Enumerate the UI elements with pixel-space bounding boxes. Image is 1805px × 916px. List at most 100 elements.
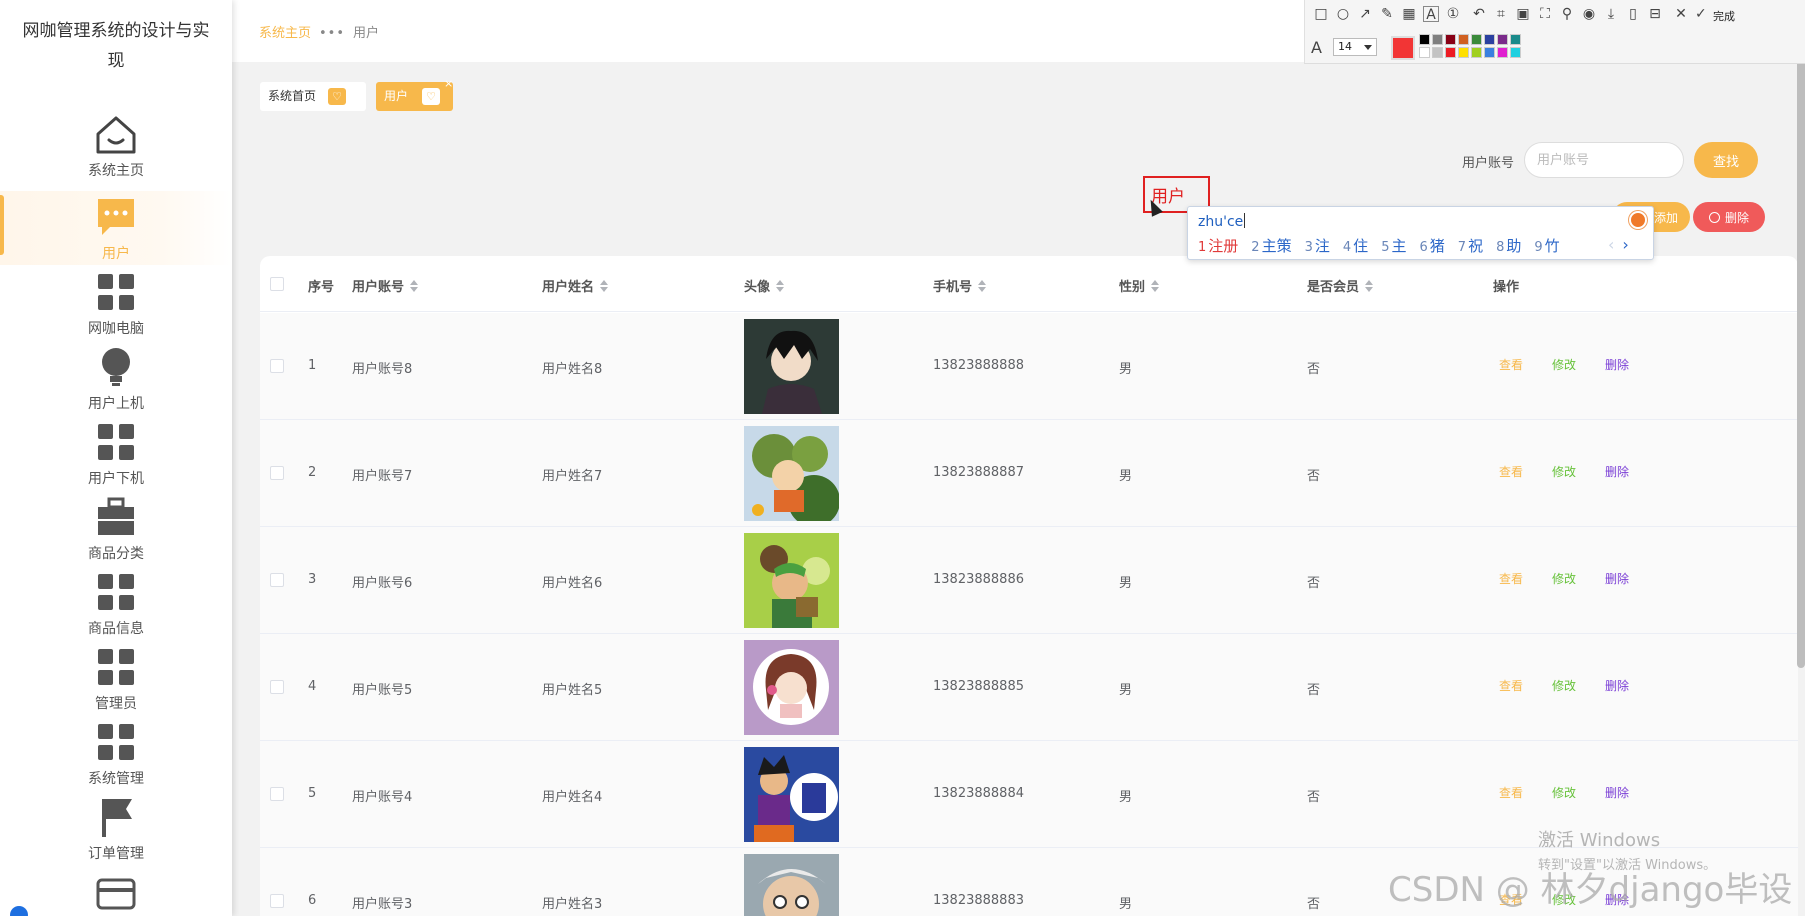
mosaic-icon[interactable]: ▦ <box>1401 6 1417 22</box>
record-icon[interactable]: ◉ <box>1581 6 1597 22</box>
color-swatch[interactable] <box>1445 47 1456 58</box>
sidebar-item-user[interactable]: 用户 <box>0 191 232 265</box>
ime-candidate[interactable]: 3注 <box>1305 237 1330 255</box>
pin-icon[interactable]: ⌗ <box>1493 6 1509 22</box>
select-all-checkbox[interactable] <box>270 277 284 291</box>
sidebar-item-home[interactable]: 系统主页 <box>0 108 232 182</box>
delete-button[interactable]: 删除 <box>1605 463 1629 480</box>
sort-icon[interactable] <box>1151 280 1160 292</box>
color-swatch[interactable] <box>1445 34 1456 45</box>
search-button[interactable]: 查找 <box>1694 142 1758 178</box>
ellipse-icon[interactable]: ○ <box>1335 6 1351 22</box>
edit-button[interactable]: 修改 <box>1552 677 1576 694</box>
bookmark-icon[interactable]: ⊟ <box>1647 6 1663 22</box>
edit-button[interactable]: 修改 <box>1552 463 1576 480</box>
ime-candidate[interactable]: 8助 <box>1496 237 1521 255</box>
number-icon[interactable]: ① <box>1445 6 1461 22</box>
vertical-scrollbar[interactable] <box>1797 24 1805 668</box>
sidebar-item-computers[interactable]: 网咖电脑 <box>0 266 232 340</box>
close-icon[interactable]: ✕ <box>1673 6 1689 22</box>
color-swatch[interactable] <box>1484 34 1495 45</box>
breadcrumb-home[interactable]: 系统主页 <box>259 26 311 41</box>
row-checkbox[interactable] <box>270 894 284 908</box>
undo-icon[interactable]: ↶ <box>1471 6 1487 22</box>
color-swatch[interactable] <box>1458 47 1469 58</box>
sidebar-item-logout[interactable]: 用户下机 <box>0 416 232 490</box>
user-avatar-image[interactable] <box>744 747 839 842</box>
view-button[interactable]: 查看 <box>1499 570 1523 587</box>
close-icon[interactable]: × <box>444 78 453 90</box>
done-label[interactable]: 完成 <box>1713 8 1735 24</box>
download-icon[interactable]: ⤓ <box>1603 6 1619 22</box>
edit-button[interactable]: 修改 <box>1552 784 1576 801</box>
sidebar-item-orders[interactable]: 订单管理 <box>0 791 232 865</box>
sort-icon[interactable] <box>600 280 609 292</box>
color-swatch[interactable] <box>1484 47 1495 58</box>
sort-icon[interactable] <box>1365 280 1374 292</box>
sort-icon[interactable] <box>776 280 785 292</box>
color-swatch[interactable] <box>1419 34 1430 45</box>
delete-button[interactable]: 删除 <box>1605 784 1629 801</box>
row-checkbox[interactable] <box>270 680 284 694</box>
ime-candidate[interactable]: 7祝 <box>1458 237 1483 255</box>
color-swatch[interactable] <box>1497 34 1508 45</box>
ime-candidate[interactable]: 9竹 <box>1534 237 1559 255</box>
view-button[interactable]: 查看 <box>1499 356 1523 373</box>
edit-button[interactable]: 修改 <box>1552 356 1576 373</box>
color-swatch[interactable] <box>1497 47 1508 58</box>
rect-icon[interactable]: □ <box>1313 6 1329 22</box>
col-header-name[interactable]: 用户姓名 <box>542 276 609 295</box>
view-button[interactable]: 查看 <box>1499 463 1523 480</box>
current-color-swatch[interactable] <box>1391 36 1415 60</box>
col-header-phone[interactable]: 手机号 <box>933 276 987 295</box>
batch-delete-button[interactable]: 删除 <box>1693 202 1765 232</box>
col-header-account[interactable]: 用户账号 <box>352 276 419 295</box>
col-header-gender[interactable]: 性别 <box>1119 276 1160 295</box>
sort-icon[interactable] <box>410 280 419 292</box>
row-checkbox[interactable] <box>270 466 284 480</box>
arrow-icon[interactable]: ↗ <box>1357 6 1373 22</box>
color-swatch[interactable] <box>1458 34 1469 45</box>
view-button[interactable]: 查看 <box>1499 784 1523 801</box>
view-button[interactable]: 查看 <box>1499 677 1523 694</box>
ime-candidate[interactable]: 6猪 <box>1419 237 1444 255</box>
done-button[interactable]: ✓ <box>1695 6 1707 22</box>
color-swatch[interactable] <box>1419 47 1430 58</box>
color-swatch[interactable] <box>1471 34 1482 45</box>
screenshot-icon[interactable]: ⛶ <box>1537 6 1553 22</box>
color-swatch[interactable] <box>1432 47 1443 58</box>
ime-candidate[interactable]: 5主 <box>1381 237 1406 255</box>
ime-next-page[interactable]: › <box>1622 235 1628 254</box>
ime-candidate[interactable]: 2 主策 <box>1251 237 1291 255</box>
sidebar-item-admin[interactable]: 管理员 <box>0 641 232 715</box>
row-checkbox[interactable] <box>270 787 284 801</box>
row-checkbox[interactable] <box>270 359 284 373</box>
sort-icon[interactable] <box>978 280 987 292</box>
text-icon[interactable]: A <box>1423 6 1439 23</box>
ime-candidate[interactable]: 4住 <box>1343 237 1368 255</box>
user-avatar-image[interactable] <box>744 854 839 916</box>
ocr-icon[interactable]: ▣ <box>1515 6 1531 22</box>
delete-button[interactable]: 删除 <box>1605 570 1629 587</box>
user-avatar-image[interactable] <box>744 533 839 628</box>
sidebar-item-more[interactable] <box>0 868 232 916</box>
tab-home[interactable]: 系统首页 ♡ <box>260 82 366 111</box>
sidebar-item-goods[interactable]: 商品信息 <box>0 566 232 640</box>
save-icon[interactable]: ▯ <box>1625 6 1641 22</box>
user-avatar-image[interactable] <box>744 426 839 521</box>
edit-button[interactable]: 修改 <box>1552 570 1576 587</box>
color-swatch[interactable] <box>1510 47 1521 58</box>
color-swatch[interactable] <box>1471 47 1482 58</box>
pushpin-icon[interactable]: ⚲ <box>1559 6 1575 22</box>
user-avatar-image[interactable] <box>744 640 839 735</box>
search-input[interactable] <box>1524 142 1684 178</box>
col-header-avatar[interactable]: 头像 <box>744 276 785 295</box>
font-size-select[interactable]: 14 <box>1333 38 1377 56</box>
delete-button[interactable]: 删除 <box>1605 677 1629 694</box>
sidebar-item-system[interactable]: 系统管理 <box>0 716 232 790</box>
sidebar-item-category[interactable]: 商品分类 <box>0 491 232 565</box>
row-checkbox[interactable] <box>270 573 284 587</box>
color-swatch[interactable] <box>1510 34 1521 45</box>
ime-prev-page[interactable]: ‹ <box>1608 235 1614 254</box>
color-swatch[interactable] <box>1432 34 1443 45</box>
